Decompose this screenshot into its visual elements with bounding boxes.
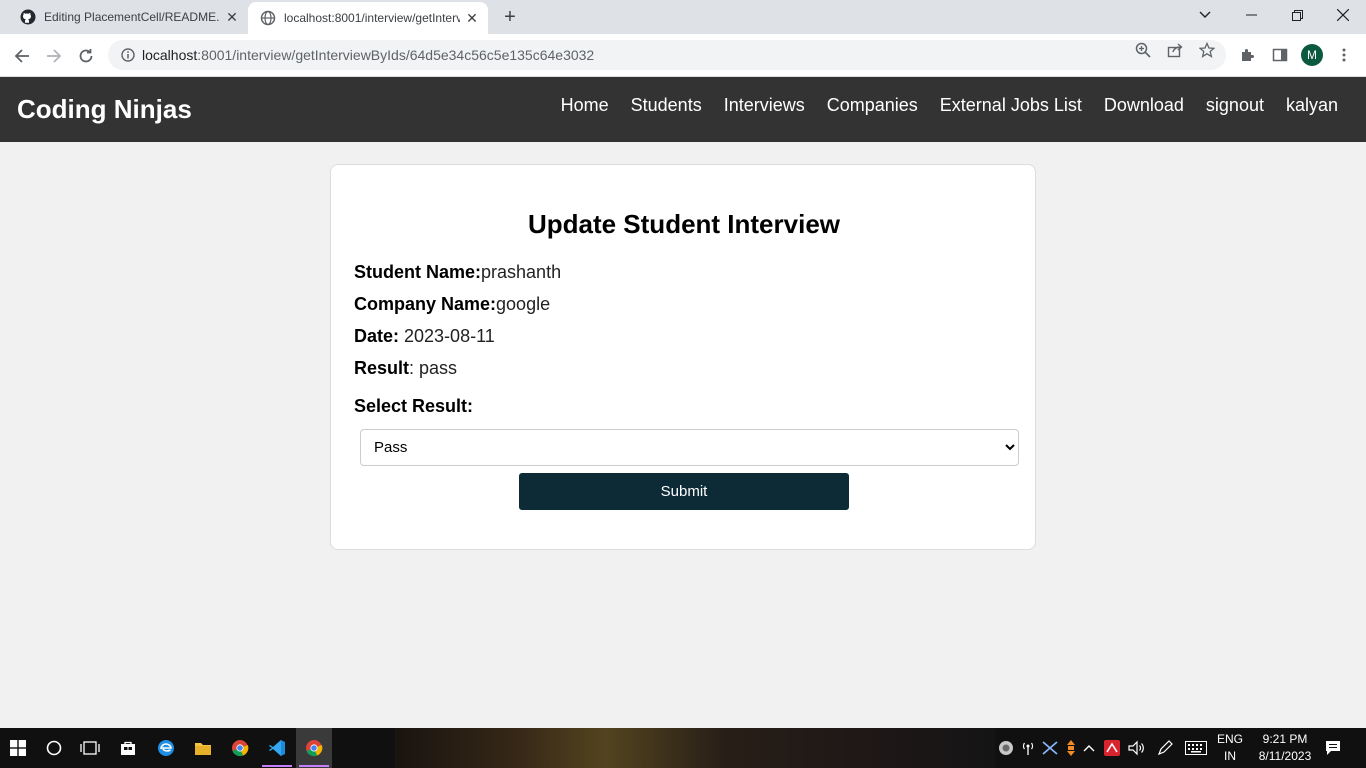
tray-orange-icon[interactable]	[1062, 728, 1080, 768]
address-bar[interactable]: localhost:8001/interview/getInterviewByI…	[108, 40, 1226, 70]
search-icon[interactable]	[36, 728, 72, 768]
forward-icon[interactable]	[40, 42, 68, 70]
windows-taskbar: ENG IN 9:21 PM 8/11/2023	[0, 728, 1366, 768]
nav-companies[interactable]: Companies	[827, 94, 918, 116]
restore-icon[interactable]	[1274, 0, 1320, 30]
extensions-icon[interactable]	[1238, 45, 1258, 65]
nav-external-jobs[interactable]: External Jobs List	[940, 94, 1082, 116]
date-row: Date: 2023-08-11	[354, 326, 495, 347]
system-clock[interactable]: 9:21 PM 8/11/2023	[1248, 731, 1322, 765]
info-icon[interactable]	[120, 47, 136, 63]
company-name-value: google	[496, 294, 551, 314]
nav-interviews[interactable]: Interviews	[724, 94, 805, 116]
side-panel-icon[interactable]	[1270, 45, 1290, 65]
chrome-icon[interactable]	[222, 728, 258, 768]
date-value: 2023-08-11	[399, 326, 495, 346]
student-name-value: prashanth	[481, 262, 562, 282]
chevron-up-icon[interactable]	[1080, 728, 1098, 768]
page-title: Update Student Interview	[527, 209, 841, 239]
reload-icon[interactable]	[72, 42, 100, 70]
edge-icon[interactable]	[148, 728, 184, 768]
minimize-icon[interactable]	[1228, 0, 1274, 30]
date-label: Date:	[354, 326, 400, 346]
close-icon[interactable]: ✕	[464, 10, 480, 26]
nav-links: Home Students Interviews Companies Exter…	[539, 94, 1338, 116]
result-value: : pass	[409, 358, 458, 378]
company-name-label: Company Name:	[354, 294, 497, 314]
select-result-label: Select Result:	[354, 396, 474, 416]
volume-icon[interactable]	[1126, 728, 1148, 768]
hotspot-icon[interactable]	[1018, 728, 1038, 768]
bookmark-star-icon[interactable]	[1198, 41, 1216, 59]
company-name-row: Company Name:google	[354, 294, 550, 315]
network-tool-icon[interactable]	[1040, 728, 1060, 768]
browser-tabstrip: Editing PlacementCell/README.md ✕ localh…	[0, 0, 1366, 34]
brand-logo[interactable]: Coding Ninjas	[17, 94, 192, 125]
update-interview-card: Update Student Interview Student Name:pr…	[330, 164, 1036, 550]
profile-avatar[interactable]: M	[1301, 44, 1323, 66]
url-host: localhost	[142, 47, 198, 63]
chrome-running-icon[interactable]	[296, 728, 332, 768]
language-code: ENG	[1216, 732, 1243, 746]
browser-toolbar: localhost:8001/interview/getInterviewByI…	[0, 34, 1366, 77]
store-icon[interactable]	[110, 728, 146, 768]
nav-signout[interactable]: signout	[1206, 94, 1264, 116]
result-select[interactable]: Pass	[360, 429, 1019, 466]
language-indicator[interactable]: ENG IN	[1212, 731, 1248, 765]
back-icon[interactable]	[8, 42, 36, 70]
github-icon	[20, 9, 36, 25]
browser-tab-interview[interactable]: localhost:8001/interview/getInterviewByI…	[248, 2, 488, 34]
nav-students[interactable]: Students	[631, 94, 702, 116]
clock-time: 9:21 PM	[1262, 732, 1308, 746]
tab-title: localhost:8001/interview/getInterviewByI…	[284, 11, 460, 25]
new-tab-icon[interactable]: +	[498, 5, 522, 29]
tray-app-icon[interactable]	[996, 728, 1016, 768]
browser-tab-readme[interactable]: Editing PlacementCell/README.md ✕	[8, 0, 248, 34]
close-window-icon[interactable]	[1320, 0, 1366, 30]
share-icon[interactable]	[1166, 41, 1184, 59]
vscode-icon[interactable]	[259, 728, 295, 768]
pen-icon[interactable]	[1154, 728, 1176, 768]
keyboard-icon[interactable]	[1182, 728, 1210, 768]
globe-icon	[260, 10, 276, 26]
close-icon[interactable]: ✕	[224, 9, 240, 25]
antivirus-icon[interactable]	[1102, 728, 1122, 768]
student-name-row: Student Name:prashanth	[354, 262, 561, 283]
result-row: Result: pass	[354, 358, 457, 379]
notification-icon[interactable]	[1322, 728, 1344, 768]
task-view-icon[interactable]	[72, 728, 108, 768]
more-menu-icon[interactable]	[1334, 45, 1354, 65]
site-navbar: Coding Ninjas Home Students Interviews C…	[0, 77, 1366, 142]
windows-start-icon[interactable]	[0, 728, 36, 768]
submit-button[interactable]: Submit	[519, 473, 849, 510]
tab-title: Editing PlacementCell/README.md	[44, 10, 220, 24]
taskbar-background	[395, 728, 995, 768]
nav-download[interactable]: Download	[1104, 94, 1184, 116]
region-code: IN	[1224, 749, 1236, 763]
url-path: :8001/interview/getInterviewByIds/64d5e3…	[197, 47, 595, 63]
file-explorer-icon[interactable]	[185, 728, 221, 768]
zoom-icon[interactable]	[1134, 41, 1152, 59]
result-label: Result	[354, 358, 410, 378]
nav-user[interactable]: kalyan	[1286, 94, 1338, 116]
tab-search-icon[interactable]	[1182, 0, 1228, 30]
student-name-label: Student Name:	[354, 262, 482, 282]
clock-date: 8/11/2023	[1258, 749, 1312, 763]
nav-home[interactable]: Home	[561, 94, 609, 116]
